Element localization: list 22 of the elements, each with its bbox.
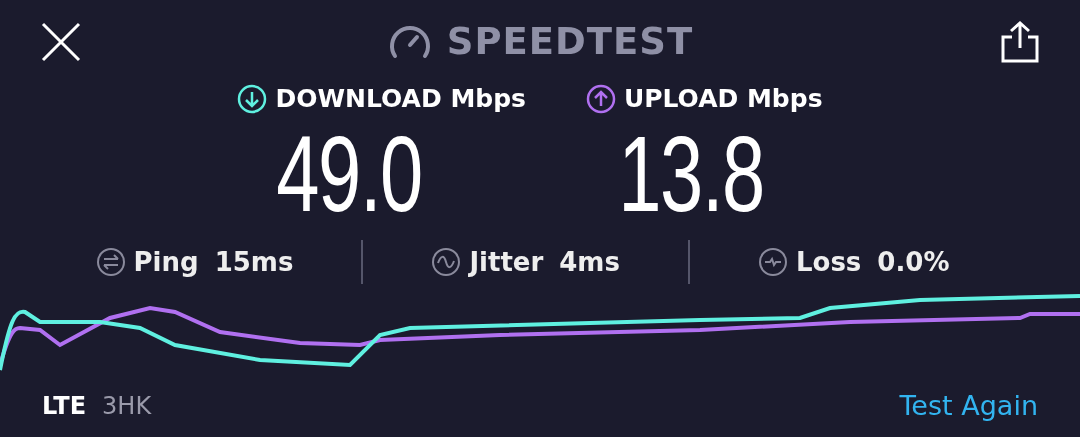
stat-value: 4ms (559, 245, 620, 279)
result-label: DOWNLOAD Mbps (275, 83, 526, 116)
close-button[interactable] (40, 21, 82, 63)
share-button[interactable] (1000, 21, 1040, 63)
network-type: LTE (42, 391, 87, 422)
app-title: SPEEDTEST (446, 19, 694, 66)
result-value: 49.0 (276, 120, 422, 228)
stat-value: 0.0% (877, 245, 950, 279)
close-icon (40, 21, 82, 63)
test-again-link[interactable]: Test Again (899, 385, 1038, 427)
ping-icon (95, 247, 126, 277)
gauge-icon (388, 24, 431, 60)
carrier-name: 3HK (102, 391, 152, 422)
loss-icon (757, 247, 788, 277)
stat-label: Loss (795, 245, 862, 279)
result-value: 13.8 (618, 120, 764, 228)
stat-label: Ping (133, 245, 199, 279)
share-icon (1000, 21, 1040, 63)
result-label: UPLOAD Mbps (623, 83, 823, 116)
stat-value: 15ms (214, 245, 294, 279)
jitter-icon (431, 247, 462, 277)
stat-label: Jitter (469, 245, 544, 279)
